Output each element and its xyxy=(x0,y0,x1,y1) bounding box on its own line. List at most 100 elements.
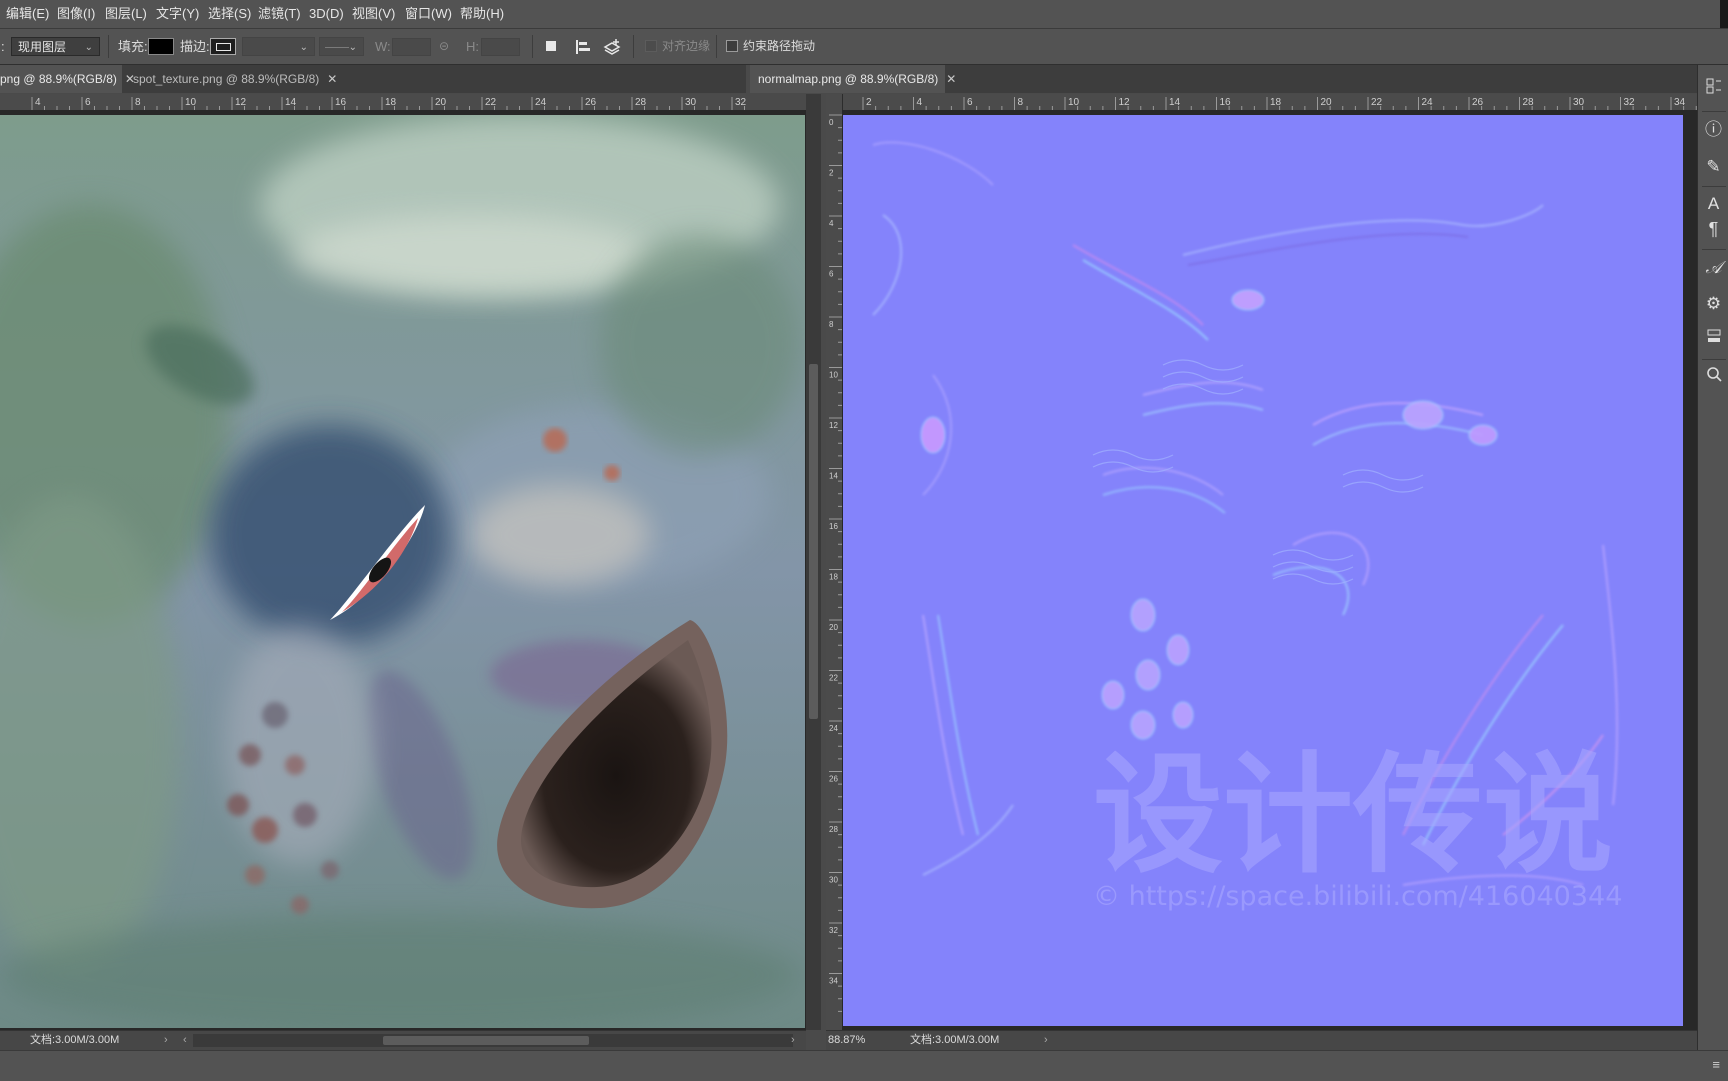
menu-type[interactable]: 文字(Y) xyxy=(156,0,199,28)
height-field[interactable] xyxy=(481,38,520,56)
chevron-down-icon: ⌄ xyxy=(299,42,308,53)
ruler-label: 20 xyxy=(435,97,447,108)
chevron-right-icon[interactable]: › xyxy=(791,1031,795,1050)
ruler-label: 22 xyxy=(485,97,497,108)
ruler-label: 24 xyxy=(535,97,547,108)
options-prefix: : xyxy=(1,39,5,54)
menu-image[interactable]: 图像(I) xyxy=(57,0,95,28)
constrain-path-checkbox[interactable] xyxy=(726,40,738,52)
menu-bar: 编辑(E) 图像(I) 图层(L) 文字(Y) 选择(S) 滤镜(T) 3D(D… xyxy=(0,0,1728,29)
menu-select[interactable]: 选择(S) xyxy=(208,0,251,28)
menu-help[interactable]: 帮助(H) xyxy=(460,0,504,28)
ruler-label: 8 xyxy=(135,97,141,108)
status-bar-right: 88.87% 文档:3.00M/3.00M › xyxy=(826,1030,1697,1050)
document-size: 文档:3.00M/3.00M xyxy=(910,1034,1000,1046)
link-icon[interactable]: ⊝ xyxy=(439,29,449,64)
paragraph-icon[interactable]: ¶ xyxy=(1698,212,1728,246)
divider xyxy=(532,35,533,58)
ruler-label: 10 xyxy=(185,97,197,108)
glyph-icon[interactable]: 𝒜 xyxy=(1698,251,1728,285)
layer-mode-value: 现用图层 xyxy=(18,40,67,54)
adjust-icon[interactable]: ⚙ xyxy=(1698,287,1728,321)
diffuse-texture-image[interactable] xyxy=(0,115,805,1028)
ruler-label: 28 xyxy=(635,97,647,108)
chevron-right-icon[interactable]: › xyxy=(1044,1031,1048,1050)
divider xyxy=(633,35,634,58)
ruler-label: 18 xyxy=(1270,97,1282,108)
ruler-label: 26 xyxy=(1472,97,1484,108)
left-tab-strip: png @ 88.9%(RGB/8) ✕ spot_texture.png @ 8… xyxy=(0,65,746,93)
scroll-thumb[interactable] xyxy=(383,1036,589,1045)
normal-map-art: 设计传说 © https://space.bilibili.com/416040… xyxy=(843,115,1683,1026)
stroke-color-swatch[interactable] xyxy=(210,38,236,55)
normal-map-image[interactable]: 设计传说 © https://space.bilibili.com/416040… xyxy=(843,115,1683,1026)
tab-label: png @ 88.9%(RGB/8) xyxy=(0,72,117,86)
tab-normalmap[interactable]: normalmap.png @ 88.9%(RGB/8) ✕ xyxy=(750,65,956,93)
ruler-label: 14 xyxy=(829,472,838,481)
align-edges-checkbox[interactable] xyxy=(645,40,657,52)
right-tab-strip: normalmap.png @ 88.9%(RGB/8) ✕ xyxy=(750,65,1697,93)
scroll-thumb[interactable] xyxy=(809,364,818,719)
close-icon[interactable]: ✕ xyxy=(946,65,956,93)
close-icon[interactable]: ✕ xyxy=(327,65,337,93)
width-label: W: xyxy=(375,39,391,54)
options-bar: : 现用图层 ⌄ 填充: 描边: ⌄ ⌄ W: ⊝ H: 对齐边缘 约束路径拖动 xyxy=(0,29,1728,65)
search-icon[interactable] xyxy=(1698,361,1728,395)
ruler-ticks: 2 4 6 8 10 12 14 16 18 20 22 24 26 28 30 32 34 xyxy=(862,97,1697,110)
horizontal-ruler-right: 2 4 6 8 10 12 14 16 18 20 22 24 26 28 30 32 34 xyxy=(826,94,1697,110)
ruler-origin[interactable] xyxy=(826,94,843,110)
ruler-label: 28 xyxy=(1523,97,1535,108)
ruler-label: 4 xyxy=(829,219,834,228)
chevron-left-icon[interactable]: ‹ xyxy=(183,1031,187,1050)
chevron-right-icon[interactable]: › xyxy=(164,1031,168,1050)
layer-mode-select[interactable]: 现用图层 ⌄ xyxy=(11,37,100,56)
ruler-label: 12 xyxy=(235,97,247,108)
ruler-label: 30 xyxy=(685,97,697,108)
tab-label: normalmap.png @ 88.9%(RGB/8) xyxy=(758,72,939,86)
document-size: 文档:3.00M/3.00M xyxy=(30,1034,120,1046)
ruler-label: 0 xyxy=(829,118,834,127)
ruler-label: 6 xyxy=(829,270,834,279)
menu-3d[interactable]: 3D(D) xyxy=(309,0,344,28)
chevron-down-icon: ⌄ xyxy=(348,42,357,53)
align-edges-label: 对齐边缘 xyxy=(662,39,711,53)
width-field[interactable] xyxy=(392,38,431,56)
horizontal-scrollbar-left[interactable] xyxy=(193,1034,793,1047)
ruler-label: 4 xyxy=(35,97,41,108)
tab-label: spot_texture.png @ 88.9%(RGB/8) xyxy=(133,72,320,86)
tab-spot-texture[interactable]: spot_texture.png @ 88.9%(RGB/8) ✕ xyxy=(123,65,337,93)
layers-icon[interactable] xyxy=(1698,323,1728,357)
zoom-level[interactable]: 88.87% xyxy=(828,1031,865,1050)
path-alignment-icon[interactable] xyxy=(572,37,592,57)
ruler-label: 12 xyxy=(1119,97,1131,108)
ruler-label: 32 xyxy=(735,97,746,108)
ruler-label: 8 xyxy=(829,320,834,329)
history-icon[interactable] xyxy=(1698,73,1728,107)
tab-document-active[interactable]: png @ 88.9%(RGB/8) ✕ xyxy=(0,65,135,93)
fill-color-swatch[interactable] xyxy=(148,38,174,55)
brush-preset-icon[interactable]: ✎ xyxy=(1698,150,1728,184)
ruler-label: 30 xyxy=(829,876,838,885)
menu-lines-icon[interactable]: ≡ xyxy=(1712,1057,1720,1072)
ruler-label: 10 xyxy=(1068,97,1080,108)
menu-window[interactable]: 窗口(W) xyxy=(405,0,452,28)
vertical-scrollbar-left[interactable] xyxy=(806,94,821,1030)
menu-view[interactable]: 视图(V) xyxy=(352,0,395,28)
ruler-label: 26 xyxy=(585,97,597,108)
menu-filter[interactable]: 滤镜(T) xyxy=(258,0,301,28)
ruler-label: 14 xyxy=(1169,97,1181,108)
menu-edit[interactable]: 编辑(E) xyxy=(6,0,49,28)
horizontal-ruler-left: 46810121416182022242628303234 xyxy=(0,94,746,110)
status-bar-left: 文档:3.00M/3.00M › ‹ › xyxy=(0,1030,806,1050)
stroke-width-field[interactable]: ⌄ xyxy=(242,37,315,56)
path-arrangement-icon[interactable] xyxy=(602,37,622,57)
path-operations-icon[interactable] xyxy=(541,37,561,57)
stroke-box-icon xyxy=(216,43,231,51)
menu-layer[interactable]: 图层(L) xyxy=(105,0,147,28)
watermark-url: © https://space.bilibili.com/416040344 xyxy=(1093,881,1622,912)
ruler-label: 4 xyxy=(917,97,923,108)
ruler-label: 6 xyxy=(967,97,973,108)
stroke-type-select[interactable]: ⌄ xyxy=(319,37,364,56)
info-icon[interactable]: ⓘ xyxy=(1698,113,1728,147)
height-label: H: xyxy=(466,39,479,54)
